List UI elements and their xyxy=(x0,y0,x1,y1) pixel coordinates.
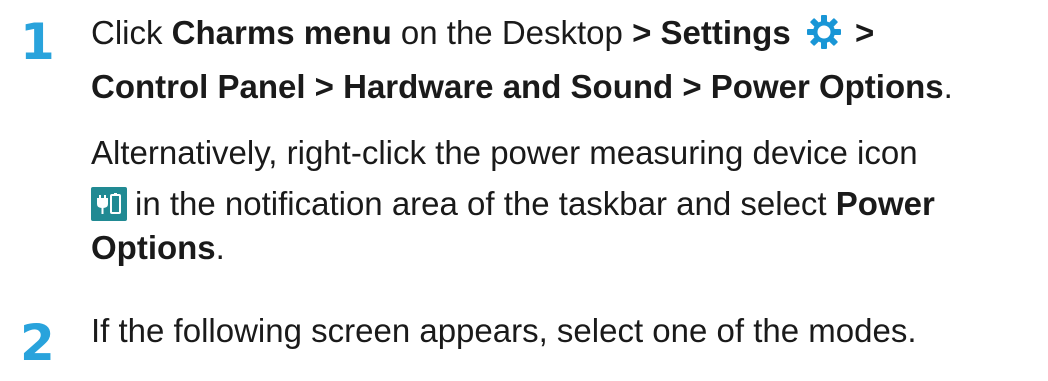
step-number: 1 xyxy=(20,13,55,71)
control-panel-path: Control Panel > Hardware and Sound > Pow… xyxy=(91,68,944,105)
alternative-line: in the notification area of the taskbar … xyxy=(91,181,935,226)
power-options-label: Power xyxy=(835,185,935,222)
gear-icon xyxy=(806,15,841,49)
punctuation: . xyxy=(943,68,953,105)
step-number: 2 xyxy=(20,314,55,372)
instruction-line: Click Charms menu on the Desktop > Setti… xyxy=(91,10,874,55)
path-separator: > xyxy=(632,14,652,51)
alternative-text: Alternatively, right-click the power mea… xyxy=(91,134,918,171)
instruction-line: Control Panel > Hardware and Sound > Pow… xyxy=(91,64,953,109)
alternative-text: in the notification area of the taskbar … xyxy=(135,185,827,222)
instruction-text: If the following screen appears, select … xyxy=(91,312,917,349)
instruction-line: If the following screen appears, select … xyxy=(91,308,916,353)
alternative-line: Options. xyxy=(91,225,225,270)
instruction-text: Click xyxy=(91,14,163,51)
punctuation: . xyxy=(215,229,225,266)
settings-label: Settings xyxy=(660,14,791,51)
path-separator: > xyxy=(855,14,875,51)
power-measuring-device-icon xyxy=(91,187,127,221)
power-options-label: Options xyxy=(91,229,216,266)
charms-menu-label: Charms menu xyxy=(171,14,392,51)
plug-icon xyxy=(97,193,121,214)
instruction-text: on the Desktop xyxy=(400,14,623,51)
alternative-line: Alternatively, right-click the power mea… xyxy=(91,130,918,175)
